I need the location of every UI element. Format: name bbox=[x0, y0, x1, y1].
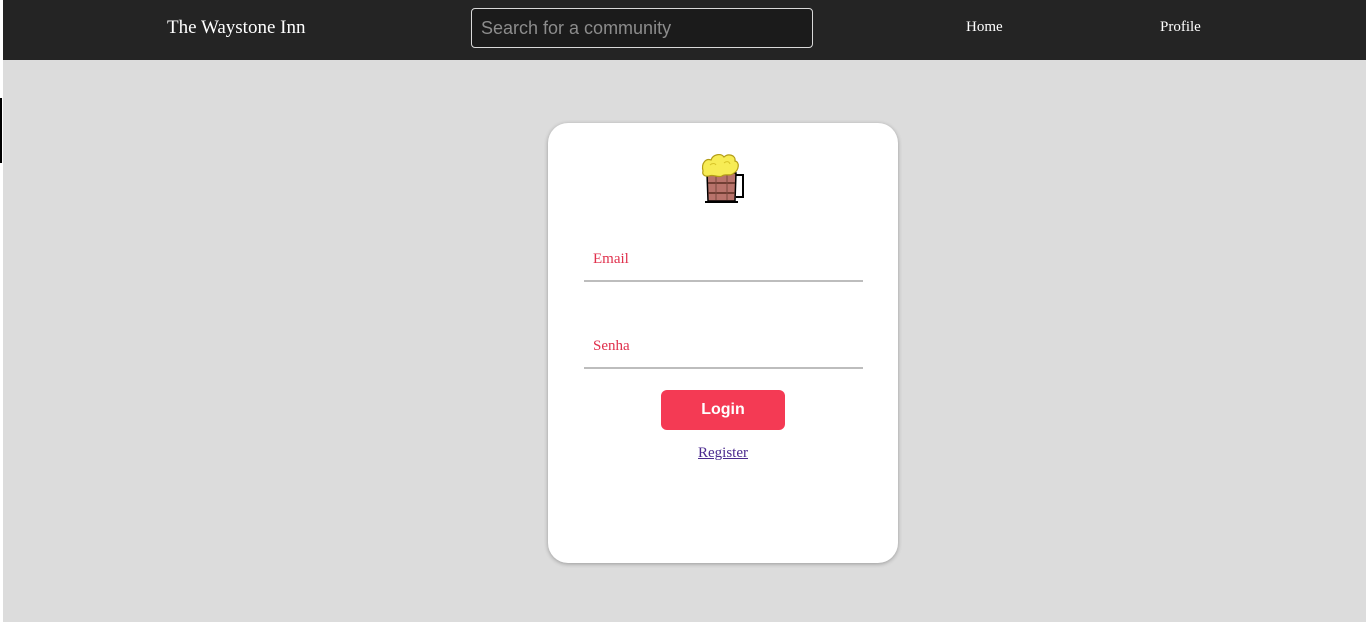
login-card: Login Register bbox=[548, 123, 898, 563]
search-input[interactable] bbox=[471, 8, 813, 48]
password-field[interactable] bbox=[584, 325, 863, 369]
login-button[interactable]: Login bbox=[661, 390, 785, 430]
window-left-marker bbox=[0, 98, 2, 163]
window-left-edge bbox=[0, 0, 3, 622]
nav-home-link[interactable]: Home bbox=[966, 19, 1003, 36]
brand-title[interactable]: The Waystone Inn bbox=[167, 17, 305, 39]
beer-mug-icon bbox=[701, 154, 744, 203]
register-link[interactable]: Register bbox=[548, 445, 898, 462]
navbar: The Waystone Inn Home Profile bbox=[3, 0, 1366, 60]
nav-profile-link[interactable]: Profile bbox=[1160, 19, 1201, 36]
email-field[interactable] bbox=[584, 238, 863, 282]
